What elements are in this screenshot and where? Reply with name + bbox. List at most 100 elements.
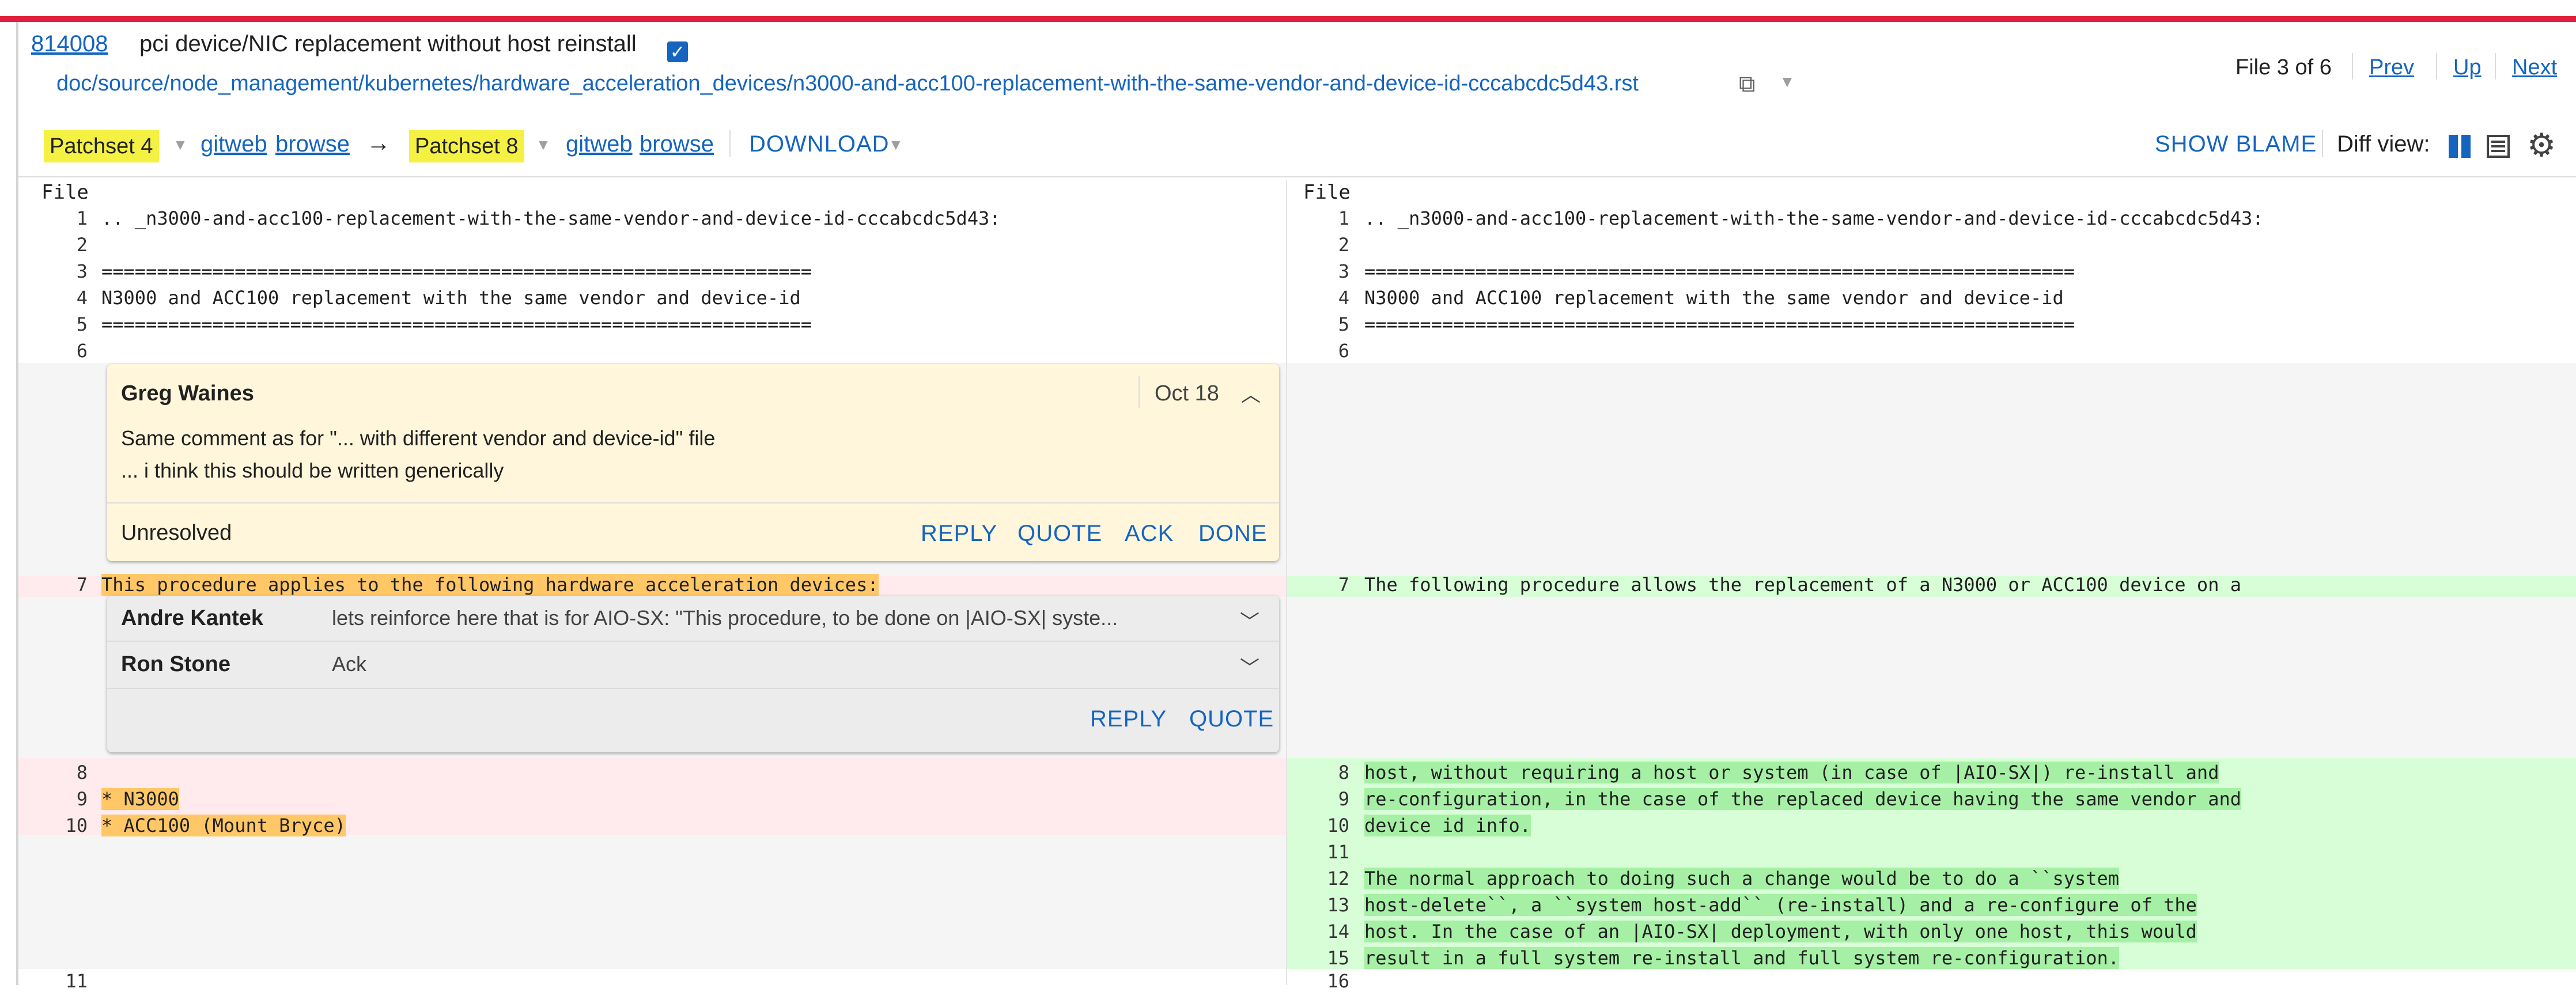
nav-divider	[2495, 53, 2496, 79]
unified-view-icon[interactable]	[2487, 135, 2510, 158]
right-browse-link[interactable]: browse	[640, 131, 714, 157]
line-number[interactable]: 9	[1315, 788, 1349, 810]
file-path-link[interactable]: doc/source/node_management/kubernetes/ha…	[56, 71, 1639, 96]
added-code-line: device id info.	[1364, 815, 1531, 836]
right-gitweb-link[interactable]: gitweb	[566, 131, 633, 157]
toolbar-divider	[729, 130, 731, 157]
line-number[interactable]: 15	[1315, 947, 1349, 969]
diff-view-label: Diff view:	[2337, 131, 2430, 157]
left-gitweb-link[interactable]: gitweb	[201, 131, 267, 157]
blank-filler	[1287, 597, 2576, 758]
left-file-label: File	[41, 181, 89, 204]
blank-filler	[18, 835, 1286, 969]
removed-code-line: * N3000	[101, 788, 179, 810]
added-code-line: The following procedure allows the repla…	[1364, 574, 2241, 596]
line-number[interactable]: 8	[1315, 762, 1349, 783]
line-number[interactable]: 7	[53, 574, 88, 596]
change-subject: pci device/NIC replacement without host …	[139, 31, 637, 56]
code-line: ========================================…	[101, 260, 812, 282]
line-number[interactable]: 4	[1315, 287, 1349, 309]
line-number[interactable]: 16	[1315, 970, 1349, 992]
left-patchset-select[interactable]: Patchset 4	[44, 130, 159, 162]
reply-button[interactable]: REPLY	[1090, 706, 1167, 732]
side-by-side-view-icon[interactable]	[2449, 135, 2471, 158]
comment-date: Oct 18	[1155, 381, 1219, 406]
added-code-line: host-delete``, a ``system host-add`` (re…	[1364, 894, 2197, 916]
nav-divider	[2436, 53, 2437, 79]
comment-divider	[107, 502, 1279, 503]
line-number[interactable]: 7	[1315, 574, 1349, 596]
gear-icon[interactable]: ⚙	[2527, 128, 2556, 162]
pane-divider	[1286, 180, 1287, 985]
change-number-link[interactable]: 814008	[31, 31, 108, 57]
show-blame-button[interactable]: SHOW BLAME	[2155, 131, 2317, 157]
line-number[interactable]: 3	[53, 260, 88, 282]
line-number[interactable]: 3	[1315, 260, 1349, 282]
reply-button[interactable]: REPLY	[921, 521, 997, 547]
line-number[interactable]: 11	[1315, 841, 1349, 863]
toolbar-divider	[2322, 130, 2323, 157]
copy-icon[interactable]: ⧉	[1739, 71, 1756, 97]
left-browse-link[interactable]: browse	[275, 131, 350, 157]
chevron-down-icon[interactable]: ▼	[173, 136, 188, 154]
line-number[interactable]: 6	[1315, 340, 1349, 362]
comment-status: Unresolved	[121, 521, 232, 545]
comment-preview[interactable]: Ack	[332, 652, 793, 676]
line-number[interactable]: 12	[1315, 868, 1349, 889]
line-number[interactable]: 10	[53, 815, 88, 836]
up-link[interactable]: Up	[2453, 55, 2482, 80]
comment-author: Andre Kantek	[121, 606, 264, 630]
code-line: .. _n3000-and-acc100-replacement-with-th…	[1364, 207, 2264, 229]
top-accent-bar	[0, 16, 2576, 22]
reviewed-checkbox[interactable]: ✓	[667, 41, 688, 62]
line-number[interactable]: 14	[1315, 921, 1349, 942]
comment-preview[interactable]: lets reinforce here that is for AIO-SX: …	[332, 606, 1288, 630]
line-number[interactable]: 2	[53, 234, 88, 256]
chevron-down-icon[interactable]: ▼	[888, 136, 903, 154]
chevron-down-icon[interactable]: ﹀	[1240, 606, 1259, 634]
line-number[interactable]: 1	[1315, 207, 1349, 229]
line-number[interactable]: 6	[53, 340, 88, 362]
next-link[interactable]: Next	[2512, 55, 2557, 80]
line-number[interactable]: 4	[53, 287, 88, 309]
comment-thread: Andre Kantek lets reinforce here that is…	[107, 596, 1279, 752]
code-line: ========================================…	[101, 313, 812, 335]
quote-button[interactable]: QUOTE	[1189, 706, 1274, 732]
added-code-line: re-configuration, in the case of the rep…	[1364, 788, 2241, 810]
chevron-down-icon[interactable]: ▼	[536, 136, 551, 154]
line-number[interactable]: 11	[53, 970, 88, 992]
chevron-down-icon[interactable]: ﹀	[1240, 652, 1259, 680]
file-position: File 3 of 6	[2235, 55, 2332, 79]
download-button[interactable]: DOWNLOAD	[749, 131, 890, 157]
line-number[interactable]: 2	[1315, 234, 1349, 256]
line-number[interactable]: 5	[1315, 313, 1349, 335]
ack-button[interactable]: ACK	[1125, 521, 1174, 547]
right-patchset-select[interactable]: Patchset 8	[409, 130, 524, 162]
code-line: ========================================…	[1364, 313, 2075, 335]
added-code-line: result in a full system re-install and f…	[1364, 947, 2120, 969]
chevron-up-icon[interactable]: ︿	[1241, 379, 1261, 407]
code-line: .. _n3000-and-acc100-replacement-with-th…	[101, 207, 1001, 229]
line-number[interactable]: 1	[53, 207, 88, 229]
comment-text: ... i think this should be written gener…	[121, 459, 504, 482]
comment-divider	[107, 688, 1279, 689]
line-number[interactable]: 5	[53, 313, 88, 335]
comment-thread: Greg Waines Oct 18 ︿ Same comment as for…	[107, 364, 1279, 561]
comment-divider	[107, 641, 1279, 642]
file-dropdown-icon[interactable]: ▼	[1779, 73, 1795, 91]
line-number[interactable]: 13	[1315, 894, 1349, 916]
prev-link[interactable]: Prev	[2369, 55, 2414, 80]
quote-button[interactable]: QUOTE	[1017, 521, 1102, 547]
comment-text: Same comment as for "... with different …	[121, 426, 716, 450]
nav-divider	[2352, 53, 2353, 79]
arrow-right-icon: →	[366, 129, 391, 156]
removed-code-line: * ACC100 (Mount Bryce)	[101, 815, 346, 836]
line-number[interactable]: 10	[1315, 815, 1349, 836]
line-number[interactable]: 9	[53, 788, 88, 810]
added-code-line: host, without requiring a host or system…	[1364, 762, 2219, 783]
done-button[interactable]: DONE	[1198, 521, 1268, 547]
code-line: ========================================…	[1364, 260, 2075, 282]
code-line: N3000 and ACC100 replacement with the sa…	[1364, 287, 2064, 309]
line-number[interactable]: 8	[53, 762, 88, 783]
comment-author: Ron Stone	[121, 652, 230, 676]
